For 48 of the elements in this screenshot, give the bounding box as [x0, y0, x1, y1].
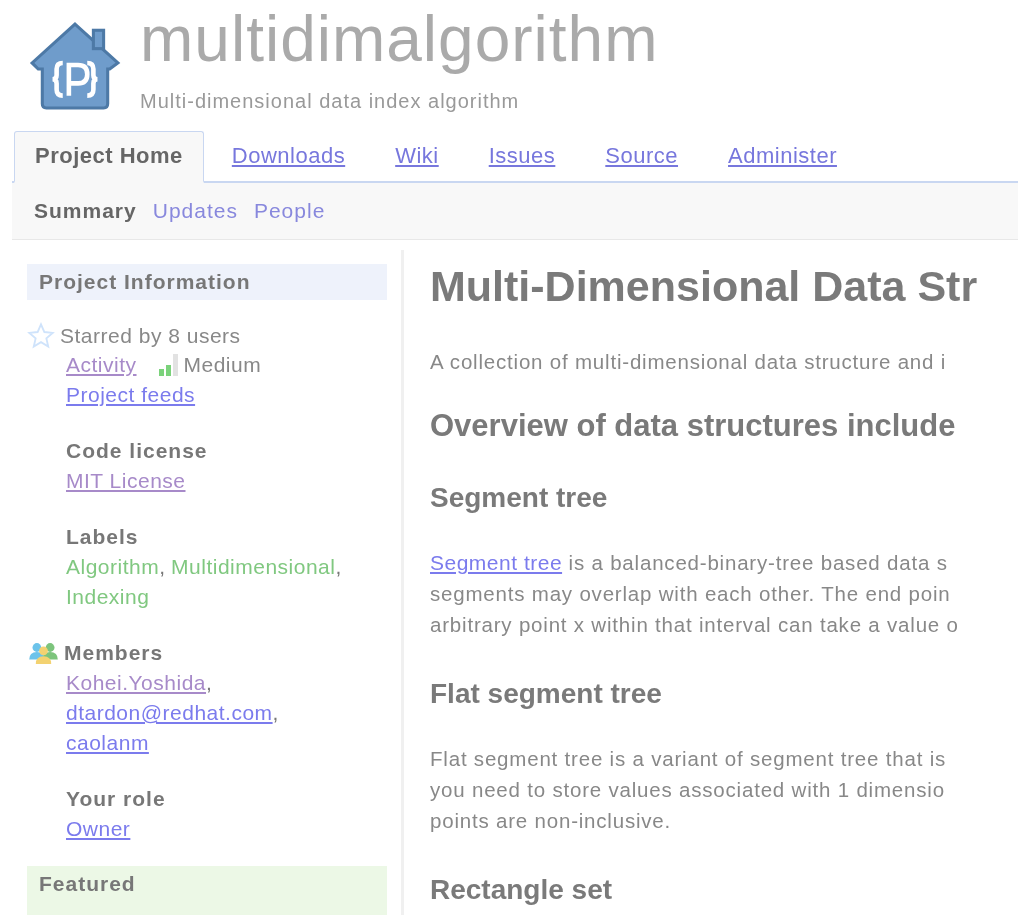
nav-tab[interactable]: Downloads — [209, 133, 368, 181]
link[interactable]: Owner — [66, 814, 131, 844]
section-heading: Project Information — [27, 264, 387, 300]
comma: , — [272, 700, 279, 726]
subsection-title: Flat segment tree — [430, 677, 663, 711]
comma: , — [335, 555, 342, 578]
label-link[interactable]: Algorithm — [66, 555, 160, 578]
nav-tab[interactable]: Issues — [466, 133, 578, 181]
label-link[interactable]: Multidimensional — [171, 555, 336, 578]
nav-tab[interactable]: Project Home — [14, 131, 204, 183]
page-title: Multi-Dimensional Data Str — [430, 261, 979, 312]
star-icon[interactable] — [27, 322, 55, 350]
link[interactable]: Segment tree — [430, 551, 563, 574]
paragraph-text: you need to store values associated with 1 dimensio — [430, 777, 946, 803]
paragraph-text: points are non-inclusive. — [430, 808, 673, 834]
nav-tab[interactable]: Administer — [706, 133, 859, 181]
subnav-link[interactable]: People — [253, 199, 326, 223]
link[interactable]: Project feeds — [66, 380, 196, 410]
subsection-title: Rectangle set — [430, 873, 614, 907]
comma: , — [159, 555, 166, 578]
subnav-link[interactable]: Summary — [34, 199, 137, 223]
link[interactable]: Activity — [66, 350, 137, 380]
paragraph-text: segments may overlap with each other. The end poin — [430, 581, 952, 607]
paragraph-text: Flat segment tree is a variant of segment tree that is — [430, 746, 948, 772]
nav-tab[interactable]: Source — [583, 133, 701, 181]
field-label: Labels — [66, 524, 140, 550]
section-heading: Featured — [27, 866, 387, 915]
link[interactable]: caolanm — [66, 728, 149, 758]
paragraph-text: arbitrary point x within that interval can take a value o — [430, 612, 960, 638]
field-label: Your role — [66, 786, 167, 812]
project-subtitle: Multi-dimensional data index algorithm — [140, 90, 521, 113]
comma: , — [206, 670, 212, 696]
section-title: Overview of data structures include — [430, 408, 957, 444]
project-title: multidimalgorithm — [140, 4, 659, 74]
star-count: Starred by 8 users — [60, 324, 241, 348]
subnav-link[interactable]: Updates — [152, 199, 238, 223]
link[interactable]: Kohei.Yoshida — [66, 668, 206, 698]
people-icon — [27, 642, 60, 664]
label-link[interactable]: Indexing — [66, 585, 150, 608]
intro-text: A collection of multi-dimensional data structure and i — [430, 349, 948, 375]
link[interactable]: dtardon@redhat.com — [66, 698, 273, 728]
nav-tab[interactable]: Wiki — [373, 133, 461, 181]
paragraph-text: is a balanced-binary-tree based data s — [567, 551, 948, 574]
field-label: Members — [64, 640, 164, 666]
link[interactable]: MIT License — [66, 466, 186, 496]
activity-level: Medium — [183, 352, 262, 378]
field-label: Code license — [66, 438, 209, 464]
subsection-title: Segment tree — [430, 481, 609, 515]
